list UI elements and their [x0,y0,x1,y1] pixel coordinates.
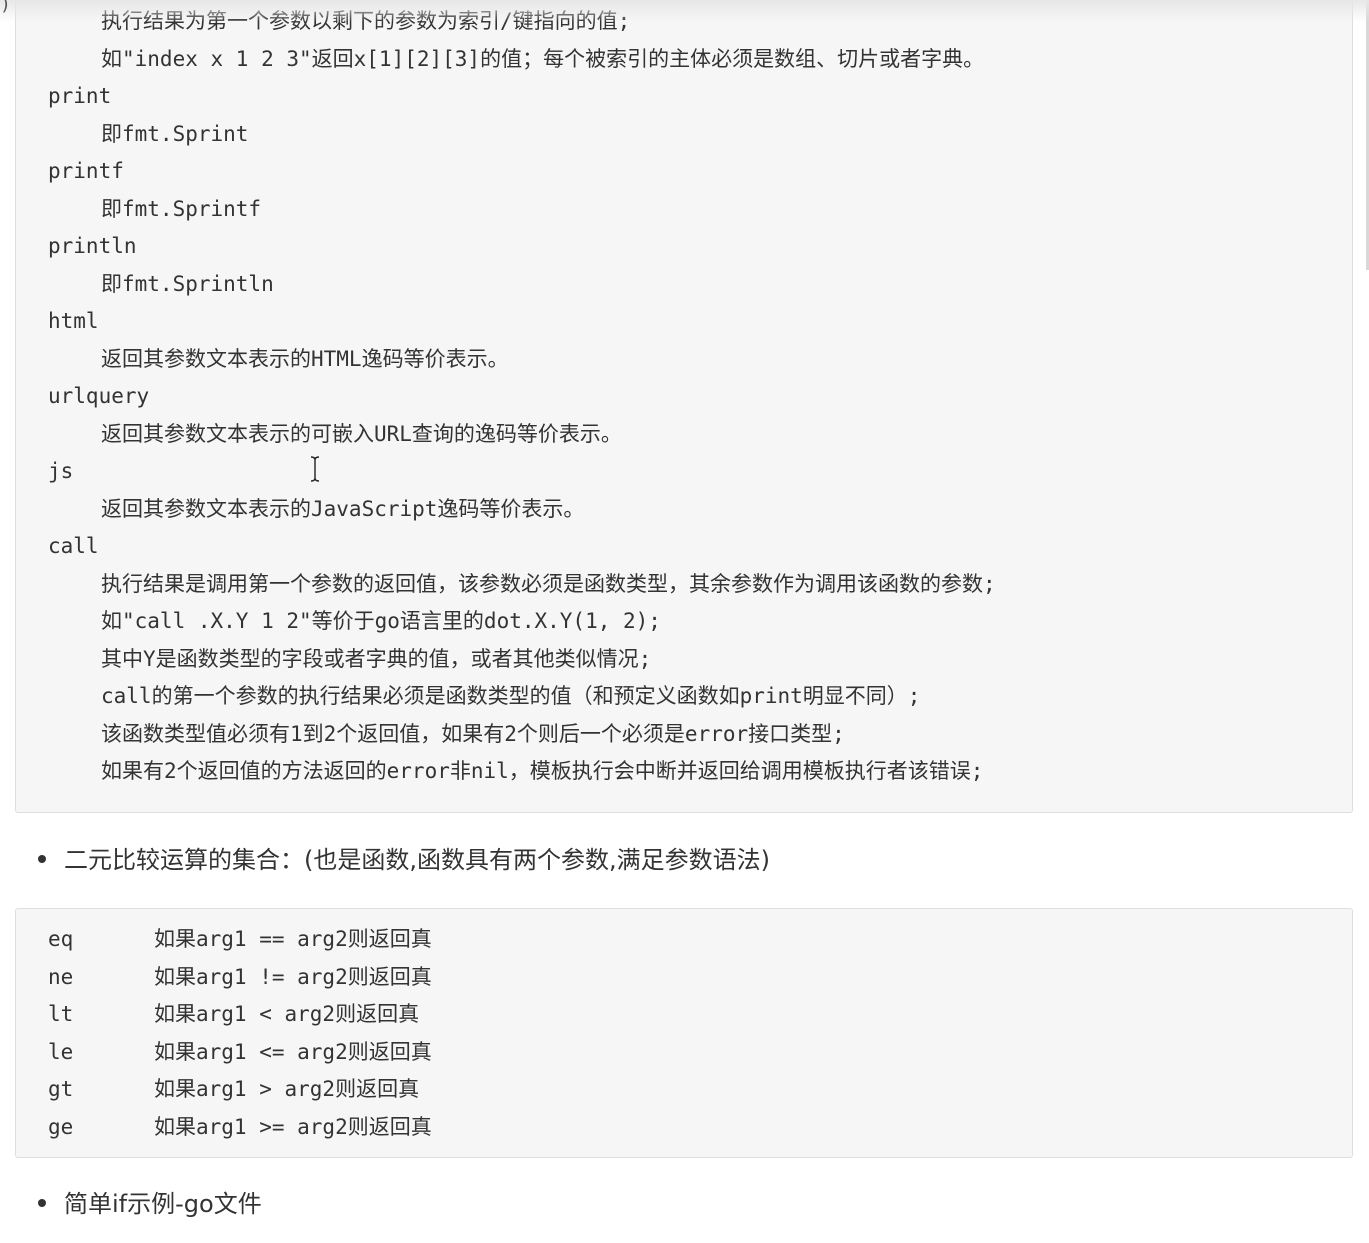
comparison-op: ge [48,1115,74,1139]
comparison-desc: 如果arg1 >= arg2则返回真 [154,1115,432,1139]
code-line: 其中Y是函数类型的字段或者字典的值，或者其他类似情况; [101,647,652,671]
comparison-desc: 如果arg1 < arg2则返回真 [154,1002,420,1026]
comparison-op: ne [48,965,74,989]
comparison-row: le 如果arg1 <= arg2则返回真 [48,1034,432,1071]
comparison-row: ge 如果arg1 >= arg2则返回真 [48,1109,432,1146]
code-line: 该函数类型值必须有1到2个返回值，如果有2个则后一个必须是error接口类型; [101,722,845,746]
comparison-row: gt 如果arg1 > arg2则返回真 [48,1071,419,1108]
bullet-comparison-ops: 二元比较运算的集合：(也是函数,函数具有两个参数,满足参数语法) [38,840,1338,880]
comparison-desc: 如果arg1 <= arg2则返回真 [154,1040,432,1064]
bullet-dot [38,855,46,863]
code-line: 返回其参数文本表示的可嵌入URL查询的逸码等价表示。 [101,422,622,446]
code-line-keyword: html [48,309,99,333]
text-cursor-icon [310,456,320,482]
bullet-if-example: 简单if示例-go文件 [38,1184,1338,1224]
comparison-desc: 如果arg1 == arg2则返回真 [154,927,432,951]
bullet-dot [38,1199,46,1207]
comparison-op: eq [48,927,74,951]
code-line: 即fmt.Sprintf [101,197,262,221]
comparison-op: le [48,1040,74,1064]
code-line: 即fmt.Sprintln [101,272,274,296]
comparison-desc: 如果arg1 > arg2则返回真 [154,1077,420,1101]
template-functions-code-block[interactable]: 执行结果为第一个参数以剩下的参数为索引/键指向的值; 如"index x 1 2… [15,0,1353,813]
code-line: 执行结果是调用第一个参数的返回值，该参数必须是函数类型，其余参数作为调用该函数的… [101,572,996,596]
bullet-text: 简单if示例-go文件 [64,1190,262,1218]
comparison-ops-code-block[interactable]: eq 如果arg1 == arg2则返回真 ne 如果arg1 != arg2则返回… [15,908,1353,1158]
code-line: 执行结果为第一个参数以剩下的参数为索引/键指向的值; [101,9,631,33]
comparison-desc: 如果arg1 != arg2则返回真 [154,965,432,989]
code-line-keyword: printf [48,159,124,183]
comparison-op: gt [48,1077,74,1101]
comparison-row: lt 如果arg1 < arg2则返回真 [48,996,419,1033]
code-line: 即fmt.Sprint [101,122,249,146]
code-line: 返回其参数文本表示的HTML逸码等价表示。 [101,347,509,371]
code-line: 如果有2个返回值的方法返回的error非nil，模板执行会中断并返回给调用模板执… [101,759,984,783]
corner-paren: ) [0,0,11,15]
comparison-op: lt [48,1002,74,1026]
code-line: 如"index x 1 2 3"返回x[1][2][3]的值；每个被索引的主体必… [101,47,985,71]
code-line-keyword: urlquery [48,384,150,408]
code-line-keyword: println [48,234,137,258]
code-line-keyword: js [48,459,74,483]
code-line-keyword: print [48,84,112,108]
code-line: 返回其参数文本表示的JavaScript逸码等价表示。 [101,497,585,521]
code-line-keyword: call [48,534,99,558]
bullet-text: 二元比较运算的集合：(也是函数,函数具有两个参数,满足参数语法) [64,846,770,874]
comparison-row: ne 如果arg1 != arg2则返回真 [48,959,432,996]
code-line: call的第一个参数的执行结果必须是函数类型的值（和预定义函数如print明显不… [101,684,921,708]
code-line: 如"call .X.Y 1 2"等价于go语言里的dot.X.Y(1, 2); [101,609,661,633]
comparison-row: eq 如果arg1 == arg2则返回真 [48,921,432,958]
